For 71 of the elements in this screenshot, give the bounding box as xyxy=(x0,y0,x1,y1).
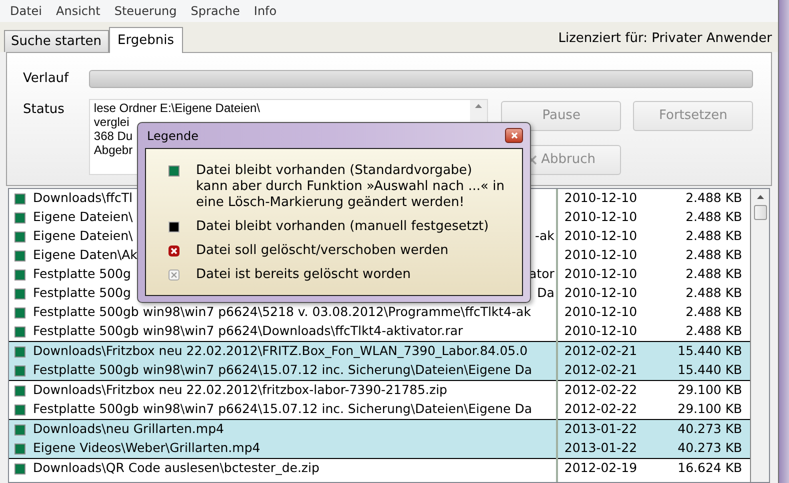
log-line: 368 Du xyxy=(94,128,133,142)
file-path: Eigene Dateien\ xyxy=(33,227,133,246)
date-cell-text: 2013-01-22 xyxy=(564,420,638,438)
date-cell-text: 2010-12-10 xyxy=(564,284,638,302)
date-cell-text: 2013-01-22 xyxy=(564,439,638,458)
license-text: Lizenziert für: Privater Anwender xyxy=(558,30,772,48)
size-cell-text: 29.100 KB xyxy=(678,381,742,400)
date-cell-text: 2010-12-10 xyxy=(564,303,638,322)
size-cell-text: 2.488 KB xyxy=(686,227,742,246)
close-icon xyxy=(510,132,518,139)
legend-text: Datei soll gelöscht/verschoben werden xyxy=(196,243,448,259)
legend-text: Datei bleibt vorhanden (manuell festgesetzt) xyxy=(196,219,489,235)
menu-item[interactable]: Datei xyxy=(10,2,42,20)
size-cell-text: 2.488 KB xyxy=(686,189,742,208)
size-cell-text: 15.440 KB xyxy=(678,342,742,360)
date-cell-text: 2012-02-21 xyxy=(564,361,638,380)
date-cell-text: 2010-12-10 xyxy=(564,189,638,208)
file-path: Eigene Dateien\ xyxy=(33,208,133,226)
file-path: Festplatte 500g xyxy=(33,284,131,302)
file-path: Festplatte 500gb win98\win7 p6624\15.07.12 inc. Sicherung\Dateien\Eigene Da xyxy=(33,400,532,418)
size-cell-text: 2.488 KB xyxy=(686,246,742,264)
file-path: Downloads\Fritzbox neu 22.02.2012\fritzbox-labor-7390-21785.zip xyxy=(33,381,448,400)
date-cell-text: 2012-02-21 xyxy=(564,342,638,360)
menu-item[interactable]: Sprache xyxy=(190,2,240,20)
size-cell-text: 16.624 KB xyxy=(678,459,742,478)
size-cell-text: 29.100 KB xyxy=(678,400,742,418)
size-cell-text: 2.488 KB xyxy=(686,322,742,340)
date-cell-text: 2010-12-10 xyxy=(564,227,638,246)
file-path: Da xyxy=(537,284,554,302)
log-line: verglei xyxy=(94,114,130,128)
file-path: Festplatte 500g xyxy=(33,265,131,284)
date-cell-text: 2010-12-10 xyxy=(564,208,638,226)
log-line: lese Ordner E:\Eigene Dateien\ xyxy=(94,100,260,114)
scrollbar[interactable] xyxy=(751,189,769,482)
file-path: Festplatte 500gb win98\win7 p6624\Downloads\ffcTlkt4-aktivator.rar xyxy=(33,322,463,340)
close-button[interactable] xyxy=(505,128,523,143)
date-cell-text: 2010-12-10 xyxy=(564,265,638,284)
scroll-up-icon[interactable] xyxy=(475,104,482,108)
progress-label: Verlauf xyxy=(23,70,70,88)
size-cell-text: 40.273 KB xyxy=(678,420,742,438)
file-path: Eigene Videos\Weber\Grillarten.mp4 xyxy=(33,439,260,458)
log-line: Abgebr xyxy=(94,142,133,156)
date-cell-text: 2012-02-22 xyxy=(564,381,638,400)
tab[interactable]: Ergebnis xyxy=(108,27,183,53)
file-path: -ak xyxy=(534,227,554,246)
legend-text: Datei ist bereits gelöscht worden xyxy=(196,267,411,283)
dialog-title: Legende xyxy=(146,128,198,144)
size-cell-text: 2.488 KB xyxy=(686,265,742,284)
status-label: Status xyxy=(23,100,66,118)
size-cell-text: 2.488 KB xyxy=(686,208,742,226)
date-cell-text: 2010-12-10 xyxy=(564,246,638,264)
date-cell-text: 2010-12-10 xyxy=(564,322,638,340)
size-cell-text: 40.273 KB xyxy=(678,439,742,458)
file-path: Downloads\QR Code auslesen\bctester_de.zip xyxy=(33,459,320,478)
file-path: Festplatte 500gb win98\win7 p6624\5218 v. 03.08.2012\Programme\ffcTlkt4-ak xyxy=(33,303,531,322)
scroll-thumb[interactable] xyxy=(754,205,767,220)
size-cell-text: 2.488 KB xyxy=(686,303,742,322)
menu-item[interactable]: Info xyxy=(254,2,277,20)
file-path: Downloads\Fritzbox neu 22.02.2012\FRITZ.Box_Fon_WLAN_7390_Labor.84.05.0 xyxy=(33,342,528,360)
file-path: Downloads\neu Grillarten.mp4 xyxy=(33,420,224,438)
scroll-up-icon[interactable] xyxy=(756,195,764,199)
menu-item[interactable]: Steuerung xyxy=(114,2,177,20)
file-path: Downloads\ffcTl xyxy=(33,189,132,208)
date-cell-text: 2012-02-22 xyxy=(564,400,638,418)
date-cell-text: 2012-02-19 xyxy=(564,459,638,478)
file-path: Festplatte 500gb win98\win7 p6624\15.07.12 inc. Sicherung\Dateien\Eigene Da xyxy=(33,361,532,380)
tab[interactable]: Suche starten xyxy=(4,30,109,52)
file-path: Eigene Daten\Ak xyxy=(33,246,138,264)
menu-item[interactable]: Ansicht xyxy=(56,2,100,20)
size-cell-text: 2.488 KB xyxy=(686,284,742,302)
size-cell-text: 15.440 KB xyxy=(678,361,742,380)
